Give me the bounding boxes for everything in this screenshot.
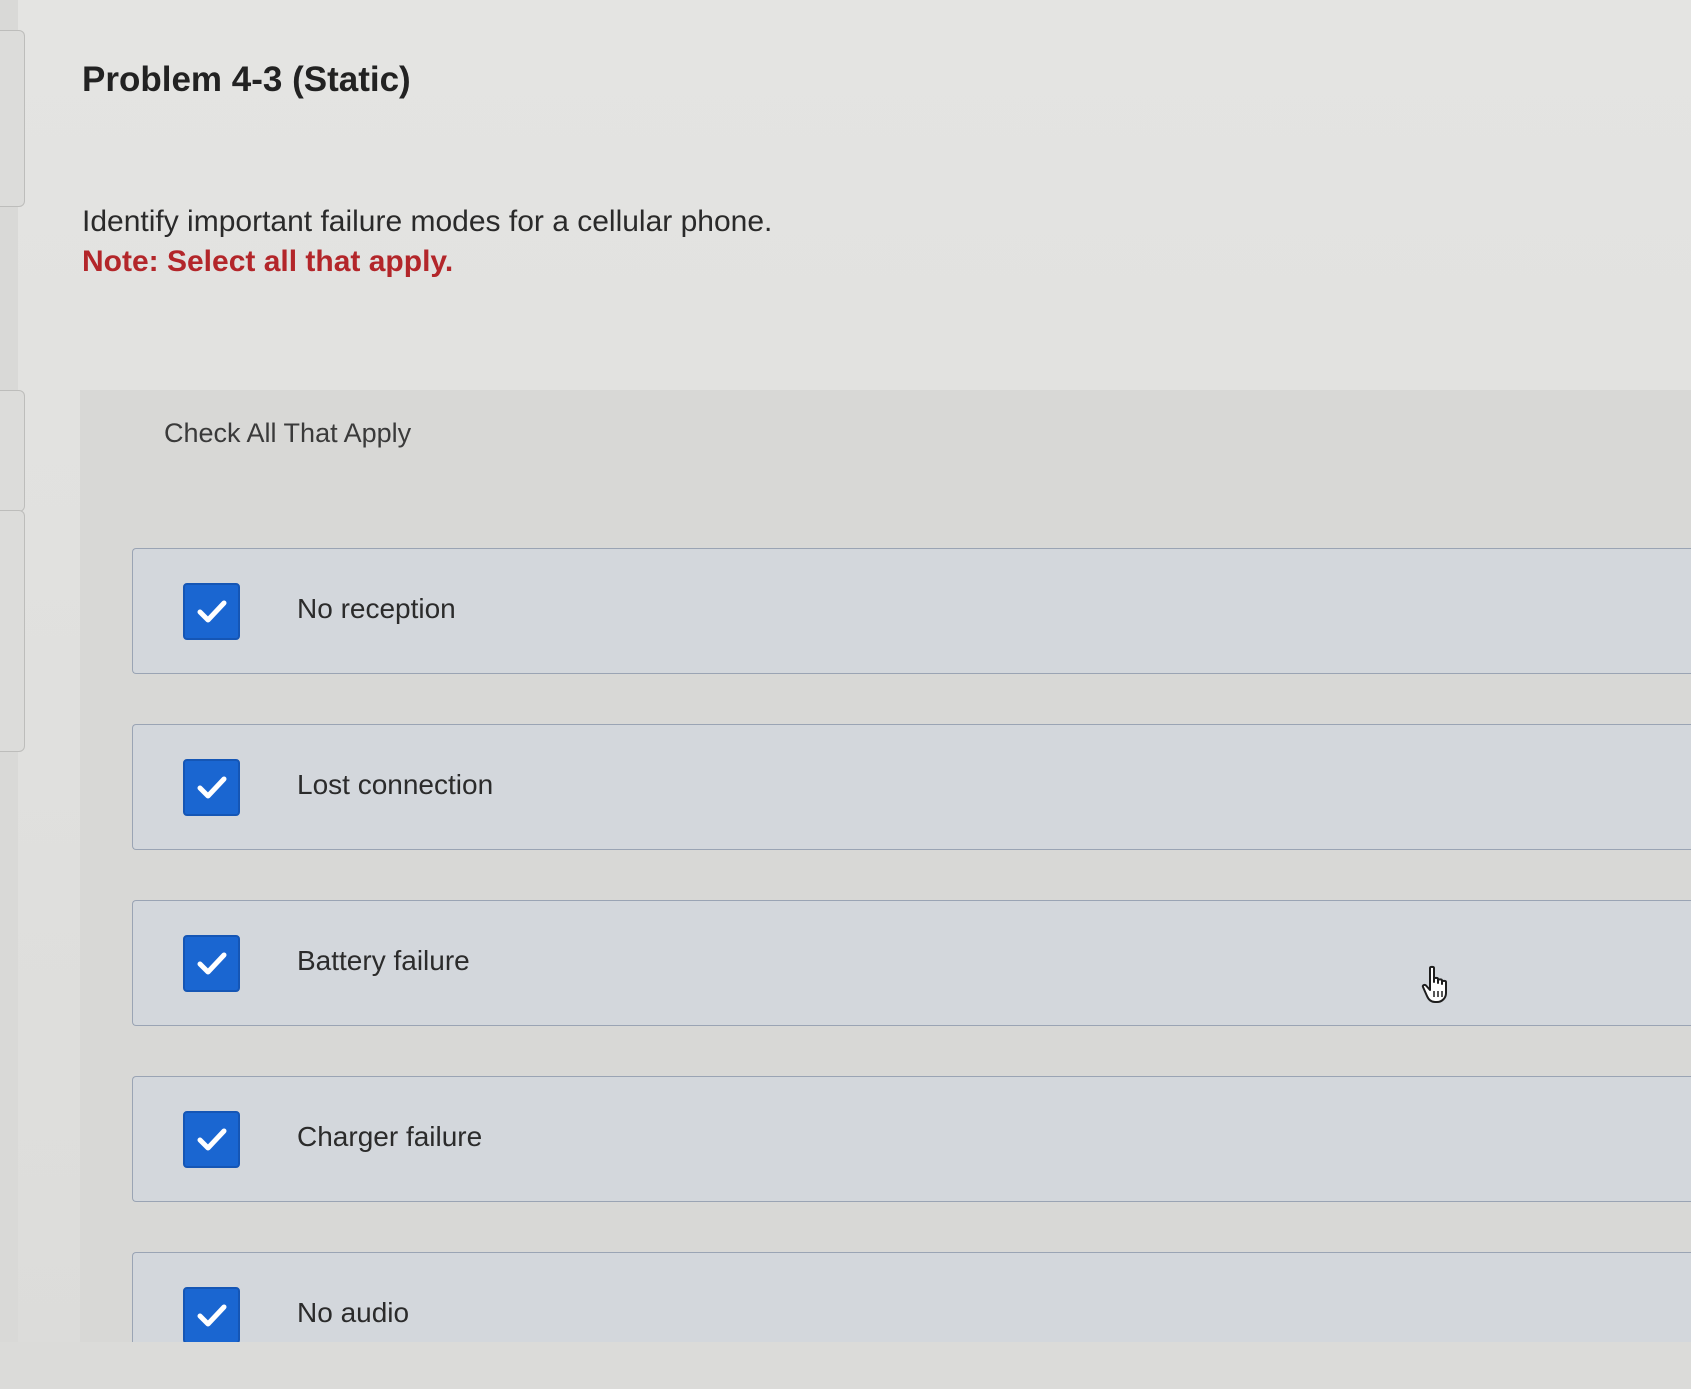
- checkbox[interactable]: [183, 935, 240, 992]
- checkmark-icon: [197, 776, 227, 799]
- option-label: Charger failure: [297, 1121, 483, 1152]
- instruction-note: Note: Select all that apply.: [82, 245, 454, 278]
- left-side-tab[interactable]: [0, 390, 25, 512]
- checkmark-icon: [197, 1304, 227, 1327]
- answer-panel: Check All That Apply No reception Lost c…: [80, 390, 1691, 1378]
- checkmark-icon: [197, 600, 227, 623]
- option-label: Lost connection: [297, 769, 494, 800]
- panel-heading: Check All That Apply: [164, 418, 412, 448]
- question-text: Identify important failure modes for a c…: [82, 205, 773, 238]
- option-label: No reception: [297, 593, 456, 624]
- checkmark-icon: [197, 1128, 227, 1151]
- bottom-cutoff: [0, 1342, 1691, 1389]
- option-no-reception[interactable]: No reception: [132, 548, 1691, 674]
- problem-title: Problem 4-3 (Static): [82, 60, 411, 99]
- option-label: Battery failure: [297, 945, 470, 976]
- option-lost-connection[interactable]: Lost connection: [132, 724, 1691, 850]
- left-side-tab[interactable]: [0, 30, 25, 207]
- option-label: No audio: [297, 1297, 410, 1328]
- checkmark-icon: [197, 952, 227, 975]
- option-battery-failure[interactable]: Battery failure: [132, 900, 1691, 1026]
- checkbox[interactable]: [183, 583, 240, 640]
- checkbox[interactable]: [183, 1287, 240, 1344]
- left-side-tab[interactable]: [0, 510, 25, 752]
- checkbox[interactable]: [183, 759, 240, 816]
- checkbox[interactable]: [183, 1111, 240, 1168]
- option-charger-failure[interactable]: Charger failure: [132, 1076, 1691, 1202]
- hand-pointer-icon: [1421, 965, 1447, 1003]
- page: Problem 4-3 (Static) Identify important …: [0, 0, 1691, 1389]
